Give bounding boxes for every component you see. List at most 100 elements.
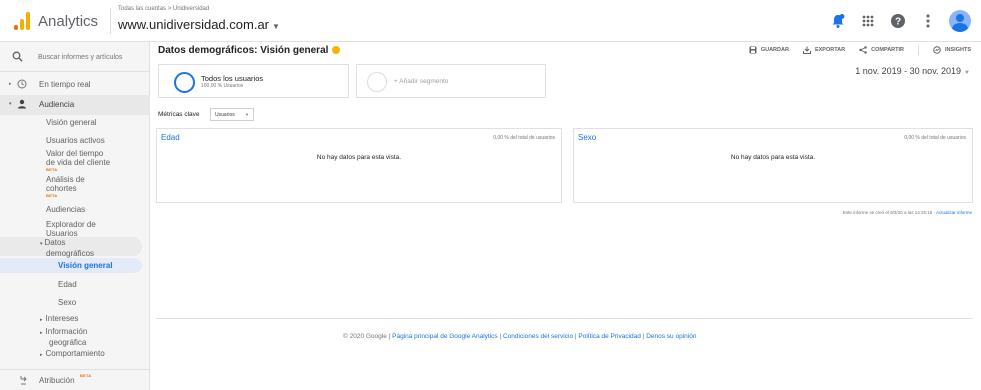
save-button[interactable]: GUARDAR bbox=[749, 46, 789, 54]
header-divider bbox=[110, 8, 111, 34]
footer-link-feedback[interactable]: Denos su opinión bbox=[646, 333, 696, 340]
sidebar-item-user-explorer[interactable]: Explorador de Usuarios bbox=[46, 220, 96, 238]
report-created-note: Este informe se creó el 9/3/20 a las 14:… bbox=[843, 210, 972, 215]
refresh-report-link[interactable]: Actualizar informe bbox=[936, 210, 972, 215]
help-icon[interactable]: ? bbox=[889, 12, 907, 30]
empty-message: No hay datos para esta vista. bbox=[316, 154, 402, 161]
footer-link-home[interactable]: Página principal de Google Analytics bbox=[392, 333, 498, 340]
sidebar-item-label: cohortes bbox=[46, 184, 77, 193]
search-input[interactable]: Buscar informes y artículos bbox=[38, 54, 122, 61]
property-selector[interactable]: www.unidiversidad.com.ar ▼ bbox=[118, 17, 280, 32]
segment-name: Todos los usuarios bbox=[201, 74, 264, 83]
attribution-icon bbox=[19, 375, 29, 387]
sidebar-item-interests[interactable]: ▸ Intereses bbox=[40, 314, 78, 323]
export-button[interactable]: EXPORTAR bbox=[802, 46, 846, 54]
chevron-right-icon: ▸ bbox=[40, 317, 43, 323]
sidebar-item-attribution[interactable]: Atribución BETA bbox=[0, 369, 150, 389]
share-icon bbox=[859, 46, 867, 54]
sidebar-subitem-overview[interactable]: Visión general bbox=[58, 261, 113, 270]
export-label: EXPORTAR bbox=[814, 47, 846, 53]
page-title-text: Datos demográficos: Visión general bbox=[158, 45, 329, 56]
sidebar-item-label: demográficos bbox=[46, 249, 95, 258]
add-segment-button[interactable]: + Añadir segmento bbox=[356, 64, 546, 98]
sidebar-item-label: Audiencia bbox=[39, 100, 75, 109]
footer: © 2020 Google | Página principal de Goog… bbox=[343, 333, 697, 340]
sidebar-item-label: Datos bbox=[44, 238, 66, 247]
card-share: 0,00 % del total de usuarios bbox=[904, 135, 966, 141]
person-icon bbox=[17, 99, 27, 111]
metrics-select-value: Usuarios bbox=[215, 112, 235, 118]
top-bar: Analytics Todas las cuentas > Unidiversi… bbox=[0, 0, 981, 42]
chevron-down-icon: ▾ bbox=[40, 241, 43, 247]
share-button[interactable]: COMPARTIR bbox=[859, 46, 904, 54]
segment-circle-icon bbox=[174, 72, 195, 93]
page-title: Datos demográficos: Visión general bbox=[158, 45, 341, 56]
chevron-down-icon: ▼ bbox=[272, 22, 280, 31]
breadcrumb[interactable]: Todas las cuentas > Unidiversidad bbox=[118, 6, 209, 12]
sidebar-subitem-age[interactable]: Edad bbox=[58, 280, 77, 289]
chevron-right-icon: ▸ bbox=[40, 330, 43, 336]
sidebar-item-overview[interactable]: Visión general bbox=[46, 118, 97, 127]
sidebar-subitem-gender[interactable]: Sexo bbox=[58, 298, 76, 307]
chevron-down-icon: ▾ bbox=[9, 101, 12, 107]
sidebar-item-realtime[interactable]: ▸ En tiempo real bbox=[0, 75, 150, 95]
sidebar-item-label: geográfica bbox=[49, 338, 87, 347]
sidebar-item-geo[interactable]: ▸ Información geográfica bbox=[40, 327, 87, 347]
sidebar-item-behavior[interactable]: ▸ Comportamiento bbox=[40, 349, 105, 358]
sidebar-search[interactable]: Buscar informes y artículos bbox=[0, 42, 150, 72]
footer-link-terms[interactable]: Condiciones del servicio bbox=[503, 333, 573, 340]
empty-message: No hay datos para esta vista. bbox=[730, 154, 816, 161]
card-age: Edad 0,00 % del total de usuarios No hay… bbox=[156, 128, 562, 203]
sidebar-item-lifetime-value[interactable]: Valor del tiempo de vida del cliente BET… bbox=[46, 149, 110, 172]
footer-divider bbox=[156, 318, 973, 319]
sidebar-item-label: Intereses bbox=[45, 314, 79, 323]
save-icon bbox=[749, 46, 757, 54]
save-label: GUARDAR bbox=[760, 47, 789, 53]
more-vert-icon[interactable] bbox=[919, 12, 937, 30]
insights-button[interactable]: INSIGHTS bbox=[933, 46, 971, 54]
metrics-label: Métricas clave bbox=[158, 111, 200, 118]
sidebar-item-label: de vida del cliente bbox=[46, 158, 111, 167]
sidebar-item-audiences[interactable]: Audiencias bbox=[46, 205, 85, 214]
sidebar-item-active-users[interactable]: Usuarios activos bbox=[46, 136, 105, 145]
clock-icon bbox=[17, 79, 27, 91]
property-name: www.unidiversidad.com.ar bbox=[118, 17, 270, 32]
header-icons: ? bbox=[829, 10, 971, 32]
apps-icon[interactable] bbox=[859, 12, 877, 30]
card-share: 0,00 % del total de usuarios bbox=[493, 135, 555, 141]
date-range-picker[interactable]: 1 nov. 2019 - 30 nov. 2019 ▼ bbox=[855, 66, 970, 76]
insights-label: INSIGHTS bbox=[945, 47, 971, 53]
app-name: Analytics bbox=[38, 13, 99, 30]
insights-icon bbox=[933, 46, 941, 54]
footer-link-privacy[interactable]: Política de Privacidad bbox=[578, 333, 641, 340]
sidebar-item-label: Valor del tiempo bbox=[46, 149, 104, 158]
avatar[interactable] bbox=[949, 10, 971, 32]
beta-badge: BETA bbox=[80, 373, 92, 378]
segment-percent: 100,00 % Usuarios bbox=[201, 83, 244, 89]
sidebar-item-label: Comportamiento bbox=[45, 349, 105, 358]
card-gender: Sexo 0,00 % del total de usuarios No hay… bbox=[573, 128, 973, 203]
export-icon bbox=[802, 46, 811, 54]
sidebar-item-demographics[interactable]: ▾ Datos demográficos bbox=[40, 238, 94, 258]
share-label: COMPARTIR bbox=[871, 47, 905, 53]
card-title[interactable]: Sexo bbox=[578, 133, 596, 142]
sidebar-item-audience[interactable]: ▾ Audiencia bbox=[0, 95, 150, 115]
sidebar-item-label: Análisis de bbox=[46, 175, 85, 184]
metrics-select[interactable]: Usuarios ▼ bbox=[210, 108, 254, 121]
notifications-icon[interactable] bbox=[829, 12, 847, 30]
sidebar: Buscar informes y artículos ▸ En tiempo … bbox=[0, 42, 150, 390]
sidebar-item-cohort-analysis[interactable]: Análisis de cohortes BETA bbox=[46, 175, 85, 198]
created-text: Este informe se creó el 9/3/20 a las 14:… bbox=[842, 210, 935, 215]
sidebar-item-label: Explorador de bbox=[46, 220, 96, 229]
beta-badge: BETA bbox=[46, 193, 58, 198]
search-icon bbox=[12, 51, 23, 64]
chevron-down-icon: ▼ bbox=[964, 70, 970, 76]
card-title[interactable]: Edad bbox=[161, 133, 180, 142]
segment-all-users[interactable]: Todos los usuarios 100,00 % Usuarios bbox=[158, 64, 349, 98]
segment-placeholder-icon bbox=[367, 72, 387, 92]
add-segment-label: + Añadir segmento bbox=[394, 78, 449, 85]
svg-text:?: ? bbox=[895, 17, 901, 28]
analytics-logo-icon[interactable] bbox=[14, 12, 30, 30]
chevron-right-icon: ▸ bbox=[9, 81, 12, 87]
sidebar-item-label: Atribución bbox=[39, 376, 75, 385]
